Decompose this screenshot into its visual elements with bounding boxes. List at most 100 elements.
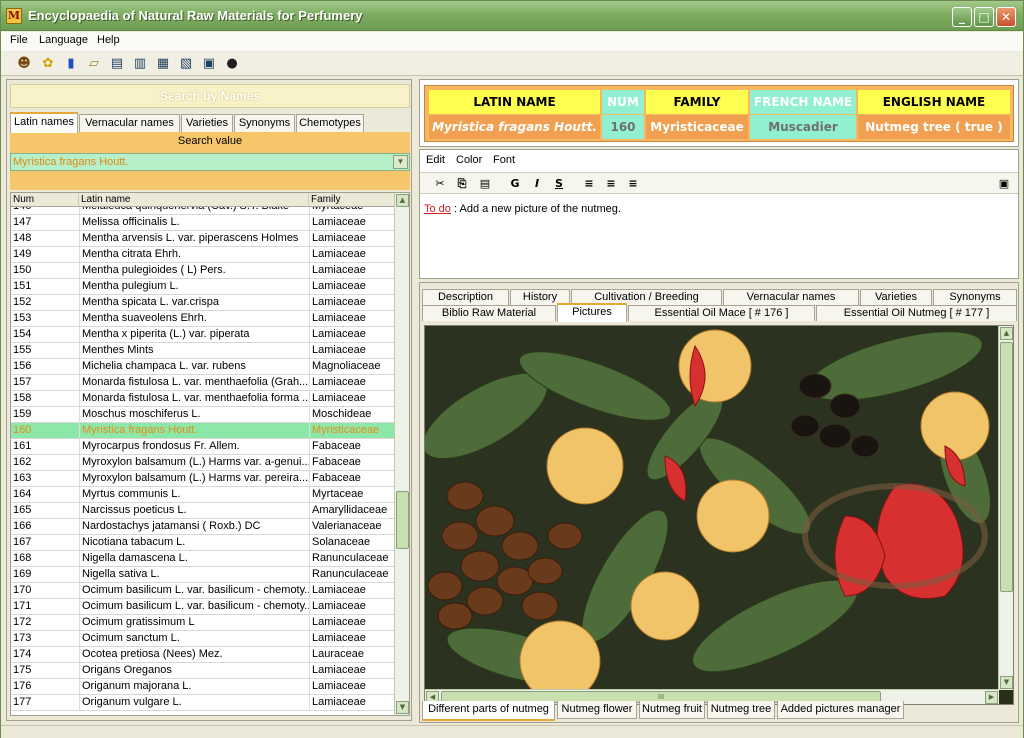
window-left-icon[interactable]: ▤ (108, 55, 126, 73)
tab-nutmeg-fruit[interactable]: Nutmeg fruit (639, 701, 705, 719)
table-row[interactable]: 171 Ocimum basilicum L. var. basilicum - … (11, 599, 395, 615)
table-row[interactable]: 147 Melissa officinalis L. Lamiaceae (11, 215, 395, 231)
tab-varieties[interactable]: Varieties (181, 114, 233, 132)
menu-file[interactable]: File (10, 34, 28, 46)
table-row[interactable]: 162 Myroxylon balsamum (L.) Harms var. a-… (11, 455, 395, 471)
table-row[interactable]: 169 Nigella sativa L. Ranunculaceae (11, 567, 395, 583)
table-row[interactable]: 149 Mentha citrata Ehrh. Lamiaceae (11, 247, 395, 263)
cell-num: 169 (13, 568, 32, 580)
table-row[interactable]: 177 Origanum vulgare L. Lamiaceae (11, 695, 395, 711)
cell-num: 167 (13, 536, 32, 548)
chevron-down-icon[interactable]: ▼ (393, 155, 408, 169)
cell-family: Lamiaceae (309, 295, 395, 310)
align-center-icon[interactable]: ≡ (603, 176, 619, 192)
person-icon[interactable]: ☻ (15, 55, 33, 73)
paste-icon[interactable]: ▤ (477, 176, 493, 192)
table-row[interactable]: 150 Mentha pulegioides ( L) Pers. Lamiacea… (11, 263, 395, 279)
menu-help[interactable]: Help (97, 34, 120, 46)
table-row[interactable]: 158 Monarda fistulosa L. var. menthaefoli… (11, 391, 395, 407)
col-family[interactable]: Family (309, 193, 395, 207)
tab-nutmeg-flower[interactable]: Nutmeg flower (557, 701, 637, 719)
table-row[interactable]: 152 Mentha spicata L. var.crispa Lamiaceae (11, 295, 395, 311)
book-icon[interactable]: ▮ (62, 55, 80, 73)
table-row[interactable]: 153 Mentha suaveolens Ehrh. Lamiaceae (11, 311, 395, 327)
align-left-icon[interactable]: ≡ (581, 176, 597, 192)
table-row[interactable]: 170 Ocimum basilicum L. var. basilicum - … (11, 583, 395, 599)
editor-menu-font[interactable]: Font (493, 154, 515, 166)
cell-family: Moschideae (309, 407, 395, 422)
tab-added-pictures-manager[interactable]: Added pictures manager (777, 701, 904, 719)
tab-synonyms[interactable]: Synonyms (234, 114, 295, 132)
tab-essential-oil-mace[interactable]: Essential Oil Mace [ # 176 ] (628, 305, 815, 321)
tab-vernacular-names[interactable]: Vernacular names (79, 114, 180, 132)
table-row[interactable]: 175 Origans Oreganos Lamiaceae (11, 663, 395, 679)
table-row[interactable]: 167 Nicotiana tabacum L. Solanaceae (11, 535, 395, 551)
vertical-scrollbar[interactable]: ▲ ▼ (394, 193, 409, 715)
table-row[interactable]: 151 Mentha pulegium L. Lamiaceae (11, 279, 395, 295)
table-row[interactable]: 148 Mentha arvensis L. var. piperascens H… (11, 231, 395, 247)
picture-vertical-scrollbar[interactable]: ▲ ▼ (998, 326, 1013, 690)
italic-icon[interactable]: I (529, 176, 545, 192)
underline-icon[interactable]: S (551, 176, 567, 192)
tab-vernacular-names-detail[interactable]: Vernacular names (723, 289, 859, 305)
maximize-button[interactable]: □ (974, 7, 994, 27)
table-row[interactable]: 157 Monarda fistulosa L. var. menthaefoli… (11, 375, 395, 391)
table-row[interactable]: 174 Ocotea pretiosa (Nees) Mez. Lauraceae (11, 647, 395, 663)
table-row[interactable]: 161 Myrocarpus frondosus Fr. Allem. Fabace… (11, 439, 395, 455)
tab-chemotypes[interactable]: Chemotypes (296, 114, 364, 132)
tab-pictures[interactable]: Pictures (557, 303, 627, 322)
flower-icon[interactable]: ✿ (39, 55, 57, 73)
scroll-down-icon[interactable]: ▼ (396, 701, 409, 714)
picture-scroll-right-icon[interactable]: ▶ (985, 691, 998, 704)
table-row[interactable]: 159 Moschus moschiferus L. Moschideae (11, 407, 395, 423)
col-latin-name[interactable]: Latin name (79, 193, 309, 207)
search-value-input[interactable]: Myristica fragans Houtt. ▼ (10, 153, 410, 171)
save-icon[interactable]: ▣ (996, 176, 1012, 192)
picture-scroll-up-icon[interactable]: ▲ (1000, 327, 1013, 340)
table-row[interactable]: 168 Nigella damascena L. Ranunculaceae (11, 551, 395, 567)
scroll-up-icon[interactable]: ▲ (396, 194, 409, 207)
cell-family: Lamiaceae (309, 615, 395, 630)
table-row[interactable]: 160 Myristica fragans Houtt. Myristicaceae (11, 423, 395, 439)
tab-varieties-detail[interactable]: Varieties (860, 289, 932, 305)
tab-synonyms-detail[interactable]: Synonyms (933, 289, 1017, 305)
tab-different-parts-of-nutmeg[interactable]: Different parts of nutmeg (422, 701, 555, 721)
window-grid-icon-2[interactable]: ▣ (200, 55, 218, 73)
tab-biblio-raw-material[interactable]: Biblio Raw Material (422, 305, 556, 321)
globe-icon[interactable]: ● (223, 55, 241, 73)
table-row[interactable]: 163 Myroxylon balsamum (L.) Harms var. pe… (11, 471, 395, 487)
cell-num: 168 (13, 552, 32, 564)
scroll-thumb[interactable] (396, 491, 409, 549)
table-row[interactable]: 154 Mentha x piperita (L.) var. piperata L… (11, 327, 395, 343)
table-row[interactable]: 164 Myrtus communis L. Myrtaceae (11, 487, 395, 503)
tab-nutmeg-tree[interactable]: Nutmeg tree (707, 701, 775, 719)
editor-text[interactable]: To do : Add a new picture of the nutmeg. (424, 203, 621, 215)
window-arrows-icon[interactable]: ▦ (154, 55, 172, 73)
table-row[interactable]: 156 Michelia champaca L. var. rubens Magno… (11, 359, 395, 375)
menu-language[interactable]: Language (39, 34, 88, 46)
copy-icon[interactable]: ⎘ (454, 176, 470, 192)
editor-menu-edit[interactable]: Edit (426, 154, 445, 166)
bold-icon[interactable]: G (507, 176, 523, 192)
align-right-icon[interactable]: ≡ (625, 176, 641, 192)
editor-menu-color[interactable]: Color (456, 154, 482, 166)
note-icon[interactable]: ▱ (85, 55, 103, 73)
window-split-icon[interactable]: ▥ (131, 55, 149, 73)
tab-latin-names[interactable]: Latin names (10, 112, 78, 133)
picture-vscroll-thumb[interactable] (1000, 342, 1013, 592)
tab-description[interactable]: Description (422, 289, 509, 305)
cut-icon[interactable]: ✂ (432, 176, 448, 192)
table-row[interactable]: 155 Menthes Mints Lamiaceae (11, 343, 395, 359)
table-row[interactable]: 173 Ocimum sanctum L. Lamiaceae (11, 631, 395, 647)
close-button[interactable]: ✕ (996, 7, 1016, 27)
window-grid-icon[interactable]: ▧ (177, 55, 195, 73)
table-row[interactable]: 165 Narcissus poeticus L. Amaryllidaceae (11, 503, 395, 519)
picture-scroll-down-icon[interactable]: ▼ (1000, 676, 1013, 689)
col-num[interactable]: Num (11, 193, 79, 207)
tab-essential-oil-nutmeg[interactable]: Essential Oil Nutmeg [ # 177 ] (816, 305, 1017, 321)
table-row[interactable]: 172 Ocimum gratissimum L Lamiaceae (11, 615, 395, 631)
table-row[interactable]: 176 Origanum majorana L. Lamiaceae (11, 679, 395, 695)
table-row[interactable]: 166 Nardostachys jatamansi ( Roxb.) DC Val… (11, 519, 395, 535)
minimize-button[interactable]: _ (952, 7, 972, 27)
table-row[interactable]: 146 Melaleuca quinquenervia (Cav.) S.T. B… (11, 207, 395, 215)
